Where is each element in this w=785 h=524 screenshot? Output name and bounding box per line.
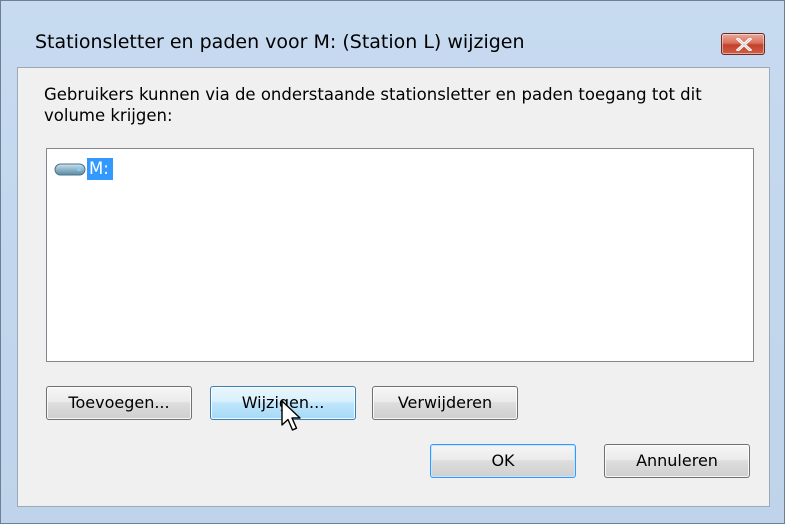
drive-path-list[interactable]: M: <box>46 148 754 362</box>
close-button[interactable] <box>721 33 765 55</box>
dialog-window: Stationsletter en paden voor M: (Station… <box>0 0 785 524</box>
cancel-button[interactable]: Annuleren <box>604 444 750 478</box>
remove-button[interactable]: Verwijderen <box>372 386 518 420</box>
list-item-label: M: <box>87 158 113 180</box>
add-button[interactable]: Toevoegen... <box>46 386 192 420</box>
dialog-title: Stationsletter en paden voor M: (Station… <box>35 31 525 53</box>
close-icon <box>736 38 752 51</box>
list-item[interactable]: M: <box>53 157 113 181</box>
drive-icon <box>53 159 87 179</box>
ok-button[interactable]: OK <box>430 444 576 478</box>
dialog-content: Gebruikers kunnen via de onderstaande st… <box>17 67 770 507</box>
change-button[interactable]: Wijzigen... <box>210 386 356 420</box>
description-text: Gebruikers kunnen via de onderstaande st… <box>44 85 702 125</box>
